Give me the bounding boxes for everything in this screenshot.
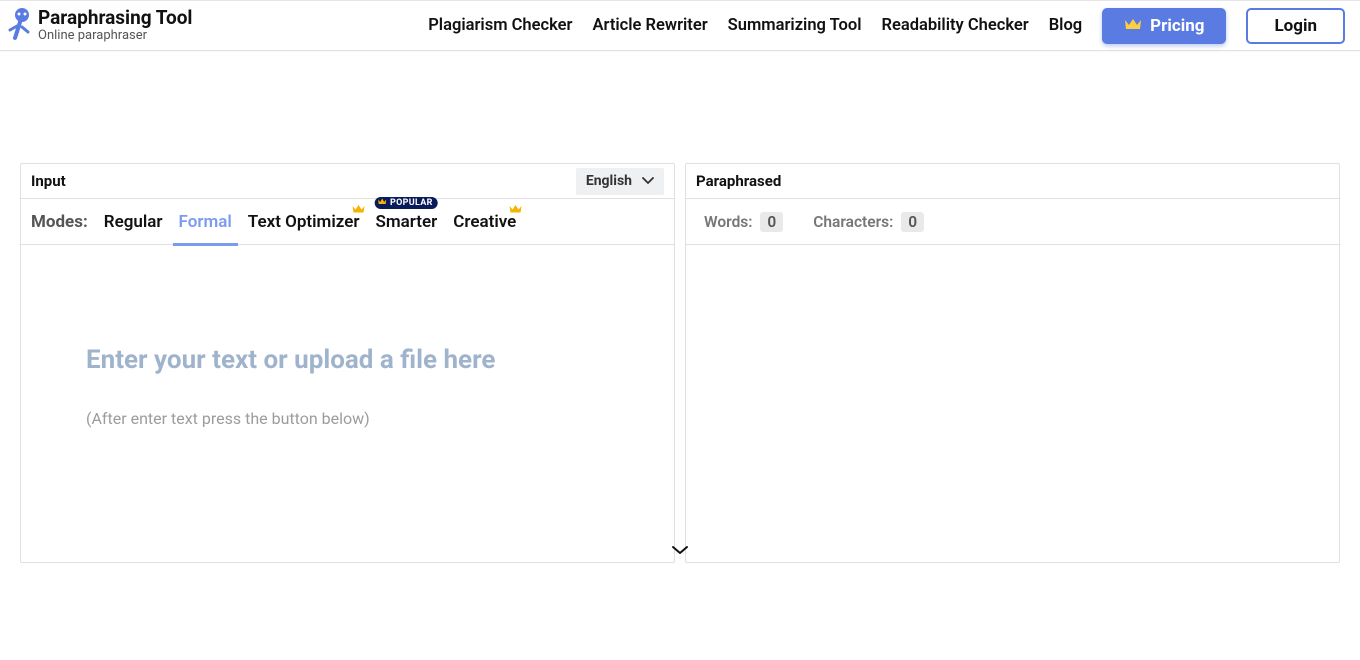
nav-plagiarism-checker[interactable]: Plagiarism Checker (428, 16, 572, 35)
output-panel-title: Paraphrased (696, 172, 781, 190)
collapse-handle[interactable] (668, 538, 692, 562)
mode-label: Regular (104, 212, 163, 232)
crown-icon (378, 198, 387, 208)
chevron-down-icon (642, 173, 654, 189)
output-panel-header: Paraphrased (686, 164, 1339, 199)
input-hint: (After enter text press the button below… (86, 409, 619, 428)
brand-title: Paraphrasing Tool (38, 8, 192, 29)
mode-regular[interactable]: Regular (104, 199, 163, 245)
login-label: Login (1274, 16, 1317, 36)
language-select[interactable]: English (576, 168, 664, 195)
mode-formal[interactable]: Formal (179, 199, 232, 245)
words-stat: Words: 0 (704, 213, 783, 231)
input-panel: Input English Modes: Regular Formal Text… (20, 163, 675, 563)
main-nav: Plagiarism Checker Article Rewriter Summ… (428, 8, 1345, 44)
popular-badge: POPULAR (375, 197, 438, 209)
input-panel-header: Input English (21, 164, 674, 199)
nav-readability-checker[interactable]: Readability Checker (881, 16, 1028, 35)
modes-label: Modes: (31, 212, 88, 232)
brand-subtitle: Online paraphraser (38, 29, 192, 43)
mode-label: Formal (179, 212, 232, 232)
chars-stat: Characters: 0 (813, 213, 924, 231)
modes-row: Modes: Regular Formal Text Optimizer Sma… (21, 199, 674, 245)
nav-blog[interactable]: Blog (1049, 16, 1082, 35)
words-value: 0 (760, 212, 783, 232)
text-input-area[interactable]: Enter your text or upload a file here (A… (21, 245, 674, 562)
app-header: Paraphrasing Tool Online paraphraser Pla… (0, 0, 1360, 51)
output-stats-row: Words: 0 Characters: 0 (686, 199, 1339, 245)
logo-icon (8, 6, 32, 46)
mode-creative[interactable]: Creative (453, 199, 516, 245)
workspace: Input English Modes: Regular Formal Text… (20, 163, 1340, 563)
chevron-down-icon (671, 541, 689, 560)
crown-icon (509, 199, 522, 219)
pricing-label: Pricing (1150, 16, 1204, 36)
mode-smarter[interactable]: Smarter POPULAR (375, 199, 437, 245)
input-panel-title: Input (31, 172, 66, 190)
nav-article-rewriter[interactable]: Article Rewriter (592, 16, 707, 35)
output-area (686, 245, 1339, 562)
login-button[interactable]: Login (1246, 8, 1345, 44)
output-panel: Paraphrased Words: 0 Characters: 0 (685, 163, 1340, 563)
mode-text-optimizer[interactable]: Text Optimizer (248, 199, 360, 245)
crown-icon (1124, 16, 1142, 36)
input-placeholder: Enter your text or upload a file here (86, 345, 619, 375)
words-label: Words: (704, 213, 753, 231)
language-value: English (586, 173, 632, 189)
nav-summarizing-tool[interactable]: Summarizing Tool (728, 16, 862, 35)
pricing-button[interactable]: Pricing (1102, 8, 1226, 44)
chars-label: Characters: (813, 213, 893, 231)
mode-label: Smarter (375, 212, 437, 232)
crown-icon (352, 199, 365, 219)
mode-label: Creative (453, 212, 516, 232)
mode-label: Text Optimizer (248, 212, 360, 232)
popular-label: POPULAR (390, 198, 433, 208)
chars-value: 0 (901, 212, 924, 232)
brand[interactable]: Paraphrasing Tool Online paraphraser (8, 6, 192, 46)
